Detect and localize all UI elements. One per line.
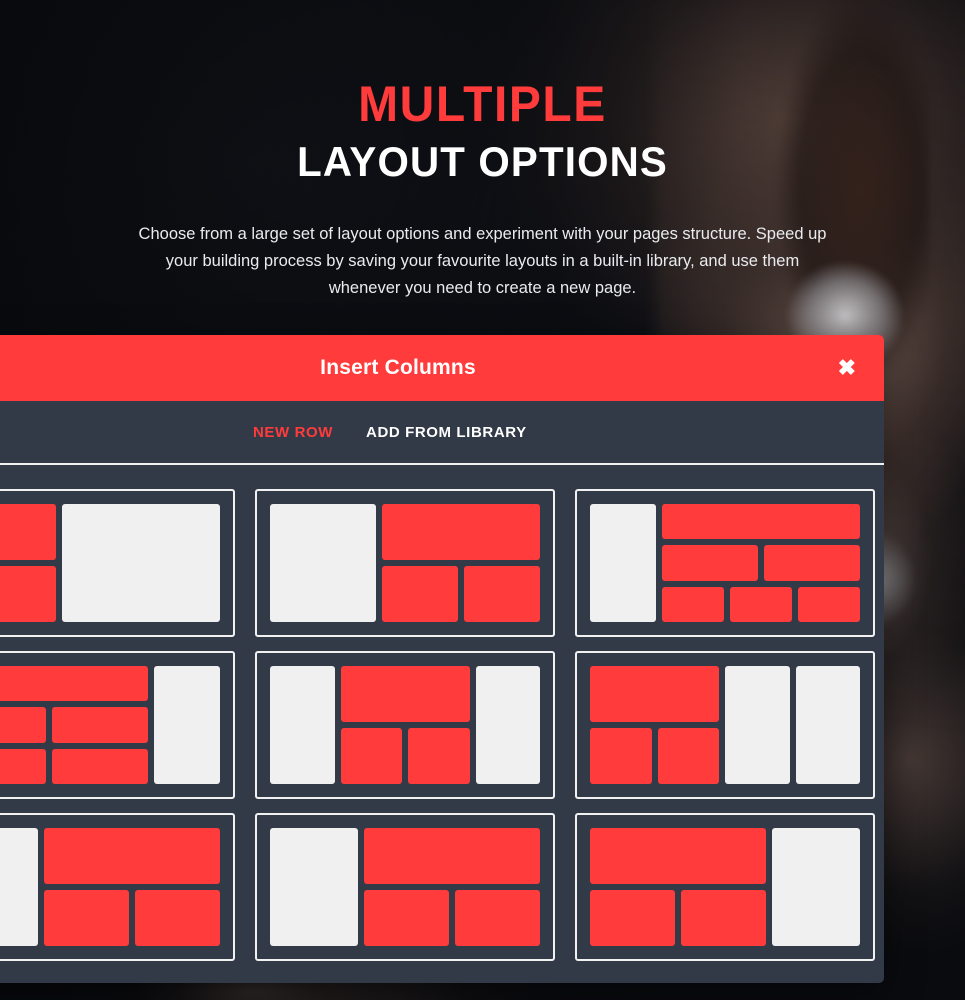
layout-block-gray: [154, 666, 220, 784]
layout-column: [590, 828, 766, 946]
layout-block-red: [662, 504, 860, 540]
layout-block-red: [730, 586, 792, 622]
layout-block-gray: [0, 828, 38, 946]
layout-block-gray: [795, 666, 860, 784]
layout-block-red: [590, 666, 719, 722]
layout-block-red: [52, 707, 148, 743]
layout-block-red: [381, 566, 458, 622]
layout-block-row: [340, 728, 470, 784]
layout-block-red: [662, 545, 758, 581]
layout-block-red: [681, 890, 766, 946]
layout-block-red: [0, 666, 148, 702]
layout-column: [590, 504, 656, 622]
layout-column: [0, 828, 38, 946]
layout-option-4[interactable]: [0, 651, 235, 799]
hero-section: MULTIPLE LAYOUT OPTIONS Choose from a la…: [0, 0, 965, 301]
layout-options-grid: [0, 465, 884, 983]
tab-new-row[interactable]: NEW ROW: [253, 424, 333, 441]
layout-block-gray: [270, 828, 358, 946]
hero-title-primary: MULTIPLE: [358, 76, 607, 132]
layout-column: [270, 504, 376, 622]
layout-block-red: [44, 828, 220, 884]
layout-block-row: [364, 890, 540, 946]
layout-column: [340, 666, 470, 784]
layout-column: [154, 666, 220, 784]
layout-block-gray: [61, 504, 220, 622]
layout-block-red: [135, 890, 220, 946]
layout-block-red: [590, 828, 766, 884]
layout-block-red: [364, 890, 449, 946]
page-root: MULTIPLE LAYOUT OPTIONS Choose from a la…: [0, 0, 965, 1000]
layout-block-red: [408, 728, 470, 784]
layout-block-red: [0, 707, 46, 743]
layout-block-gray: [590, 504, 656, 622]
layout-option-1[interactable]: [0, 489, 235, 637]
layout-block-red: [340, 728, 402, 784]
hero-description: Choose from a large set of layout option…: [138, 225, 827, 297]
layout-block-red: [340, 666, 470, 722]
layout-block-red: [0, 748, 46, 784]
layout-column: [381, 504, 540, 622]
layout-column: [0, 504, 56, 622]
layout-block-row: [590, 728, 719, 784]
hero-title-secondary: LAYOUT OPTIONS: [297, 138, 668, 185]
layout-column: [725, 666, 790, 784]
layout-column: [270, 666, 335, 784]
layout-block-red: [44, 890, 129, 946]
layout-option-9[interactable]: [575, 813, 875, 961]
layout-block-row: [590, 890, 766, 946]
layout-block-gray: [725, 666, 790, 784]
layout-column: [662, 504, 860, 622]
layout-option-3[interactable]: [575, 489, 875, 637]
layout-column: [475, 666, 540, 784]
layout-option-6[interactable]: [575, 651, 875, 799]
tab-add-from-library[interactable]: ADD FROM LIBRARY: [366, 424, 527, 441]
layout-block-row: [381, 566, 540, 622]
layout-option-8[interactable]: [255, 813, 555, 961]
layout-block-red: [0, 566, 56, 622]
layout-block-red: [381, 504, 540, 560]
layout-column: [590, 666, 719, 784]
layout-column: [61, 504, 220, 622]
layout-column: [0, 666, 148, 784]
layout-block-gray: [475, 666, 540, 784]
layout-column: [44, 828, 220, 946]
layout-block-row: [0, 707, 148, 743]
modal-title: Insert Columns: [320, 356, 476, 379]
layout-block-red: [364, 828, 540, 884]
layout-block-row: [662, 545, 860, 581]
layout-block-row: [0, 748, 148, 784]
layout-block-red: [0, 504, 56, 560]
layout-block-red: [590, 890, 675, 946]
layout-block-red: [590, 728, 652, 784]
layout-block-red: [798, 586, 860, 622]
layout-block-red: [764, 545, 860, 581]
layout-block-red: [662, 586, 724, 622]
layout-block-red: [463, 566, 540, 622]
layout-column: [795, 666, 860, 784]
layout-option-7[interactable]: [0, 813, 235, 961]
layout-option-2[interactable]: [255, 489, 555, 637]
layout-block-row: [44, 890, 220, 946]
layout-column: [364, 828, 540, 946]
close-icon[interactable]: ✖: [838, 357, 856, 379]
modal-header: Insert Columns ✖: [0, 335, 884, 401]
layout-column: [270, 828, 358, 946]
layout-block-gray: [270, 504, 376, 622]
modal-tab-bar: NEW ROW ADD FROM LIBRARY: [0, 401, 884, 465]
layout-block-gray: [270, 666, 335, 784]
layout-block-gray: [772, 828, 860, 946]
layout-block-red: [657, 728, 719, 784]
layout-block-red: [52, 748, 148, 784]
layout-option-5[interactable]: [255, 651, 555, 799]
layout-column: [772, 828, 860, 946]
layout-block-red: [455, 890, 540, 946]
layout-block-row: [662, 586, 860, 622]
insert-columns-modal: Insert Columns ✖ NEW ROW ADD FROM LIBRARY: [0, 335, 884, 983]
